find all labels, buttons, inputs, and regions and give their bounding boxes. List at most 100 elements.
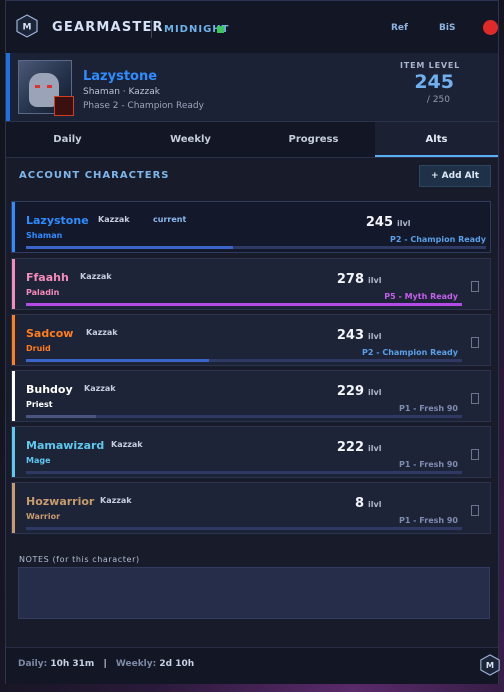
section-title: ACCOUNT CHARACTERS [19, 170, 170, 181]
svg-text:M: M [486, 660, 494, 670]
progress-bar-fill [26, 303, 462, 306]
character-phase: P1 - Fresh 90 [398, 404, 458, 413]
ref-link[interactable]: Ref [391, 23, 408, 33]
tab-alts[interactable]: Alts [375, 122, 498, 157]
character-item-level: 278 [336, 272, 364, 287]
character-phase: P1 - Fresh 90 [398, 516, 458, 525]
character-class: Priest [26, 400, 53, 409]
character-item-level: 243 [336, 328, 364, 343]
character-phase: P2 - Champion Ready [362, 348, 458, 357]
item-level-unit: ilvl [368, 388, 382, 397]
character-phase: P5 - Myth Ready [384, 292, 458, 301]
footer-separator: | [103, 659, 107, 669]
character-realm: Kazzak [86, 328, 118, 337]
character-card[interactable]: Hozwarrior Kazzak Warrior 8 ilvl P1 - Fresh 9… [11, 482, 491, 534]
current-character-tag: current [153, 215, 187, 224]
progress-bar-fill [26, 415, 96, 418]
character-item-level: 8 [354, 496, 364, 511]
tab-weekly[interactable]: Weekly [129, 122, 252, 157]
class-spec-icon [54, 96, 74, 116]
character-phase: P2 - Champion Ready [390, 235, 486, 244]
class-color-stripe [12, 315, 15, 365]
tab-daily[interactable]: Daily [6, 122, 129, 157]
character-phase: Phase 2 - Champion Ready [83, 101, 204, 111]
add-alt-button[interactable]: + Add Alt [419, 165, 491, 187]
character-card[interactable]: Sadcow Kazzak Druid 243 ilvl P2 - Champion Re… [11, 314, 491, 366]
class-color-stripe [12, 371, 15, 421]
daily-reset-value: 10h 31m [50, 659, 95, 669]
progress-bar-track [26, 303, 462, 306]
progress-bar-track [26, 359, 462, 362]
class-accent-stripe [6, 53, 10, 121]
progress-bar-track [26, 471, 462, 474]
progress-bar-track [26, 415, 462, 418]
select-checkbox[interactable] [471, 337, 479, 348]
select-checkbox[interactable] [471, 449, 479, 460]
character-item-level: 229 [336, 384, 364, 399]
item-level-unit: ilvl [368, 500, 382, 509]
footer: Daily: 10h 31m | Weekly: 2d 10h M [6, 647, 501, 684]
svg-text:M: M [23, 23, 32, 33]
character-card[interactable]: Buhdoy Kazzak Priest 229 ilvl P1 - Fresh 90 [11, 370, 491, 422]
select-checkbox[interactable] [471, 393, 479, 404]
character-header: Lazystone Shaman · Kazzak Phase 2 - Cham… [6, 53, 498, 122]
character-name: Lazystone [83, 69, 158, 84]
class-color-stripe [12, 259, 15, 309]
character-class: Mage [26, 456, 51, 465]
title-bar[interactable]: M GEARMASTER MIDNIGHT Ref BiS [6, 1, 498, 54]
close-button[interactable] [483, 20, 498, 35]
character-item-level: 245 [365, 215, 393, 230]
character-card[interactable]: Mamawizard Kazzak Mage 222 ilvl P1 - Fresh 90 [11, 426, 491, 478]
minimap-logo-icon[interactable]: M [479, 654, 501, 676]
item-level-unit: ilvl [368, 444, 382, 453]
select-checkbox[interactable] [471, 505, 479, 516]
reset-timers: Daily: 10h 31m | Weekly: 2d 10h [18, 659, 194, 669]
progress-bar-track [26, 246, 486, 249]
character-phase: P1 - Fresh 90 [398, 460, 458, 469]
item-level-max: / 250 [426, 95, 450, 105]
character-realm: Kazzak [111, 440, 143, 449]
portrait-eye [35, 85, 40, 88]
progress-bar-fill [26, 359, 210, 362]
character-name: Ffaahh [26, 271, 69, 284]
character-class-realm: Shaman · Kazzak [83, 87, 160, 97]
character-realm: Kazzak [84, 384, 116, 393]
tab-progress[interactable]: Progress [252, 122, 375, 157]
progress-bar-track [26, 527, 462, 530]
class-color-stripe [12, 483, 15, 533]
item-level-value: 245 [414, 71, 454, 93]
character-class: Warrior [26, 512, 61, 521]
season-status-indicator [217, 26, 224, 33]
select-checkbox[interactable] [471, 281, 479, 292]
character-realm: Kazzak [100, 496, 132, 505]
weekly-reset-label: Weekly: [115, 659, 157, 669]
daily-reset-label: Daily: [18, 659, 48, 669]
addon-window: M GEARMASTER MIDNIGHT Ref BiS Lazystone … [5, 0, 501, 684]
app-title: GEARMASTER [52, 20, 164, 35]
item-level-unit: ilvl [368, 332, 382, 341]
item-level-unit: ilvl [397, 219, 411, 228]
character-name: Sadcow [26, 327, 74, 340]
class-color-stripe [12, 427, 15, 477]
gearmaster-logo-icon: M [16, 14, 38, 38]
character-item-level: 222 [336, 440, 364, 455]
character-name: Hozwarrior [26, 495, 95, 508]
item-level-unit: ilvl [368, 276, 382, 285]
progress-bar-fill [26, 246, 233, 249]
character-card[interactable]: Lazystone Kazzak current Shaman 245 ilvl P2 - … [11, 201, 491, 253]
character-class: Druid [26, 344, 51, 353]
class-color-stripe [12, 202, 15, 252]
notes-textarea[interactable] [18, 567, 490, 619]
character-name: Buhdoy [26, 383, 73, 396]
notes-label: NOTES (for this character) [19, 555, 140, 564]
character-name: Lazystone [26, 214, 89, 227]
bis-link[interactable]: BiS [439, 23, 455, 33]
character-class: Shaman [26, 231, 63, 240]
character-realm: Kazzak [98, 215, 130, 224]
character-realm: Kazzak [80, 272, 112, 281]
character-card[interactable]: Ffaahh Kazzak Paladin 278 ilvl P5 - Myth Read… [11, 258, 491, 310]
character-name: Mamawizard [26, 439, 105, 452]
title-divider [151, 20, 152, 38]
weekly-reset-value: 2d 10h [159, 659, 195, 669]
tab-bar: Daily Weekly Progress Alts [6, 122, 498, 158]
